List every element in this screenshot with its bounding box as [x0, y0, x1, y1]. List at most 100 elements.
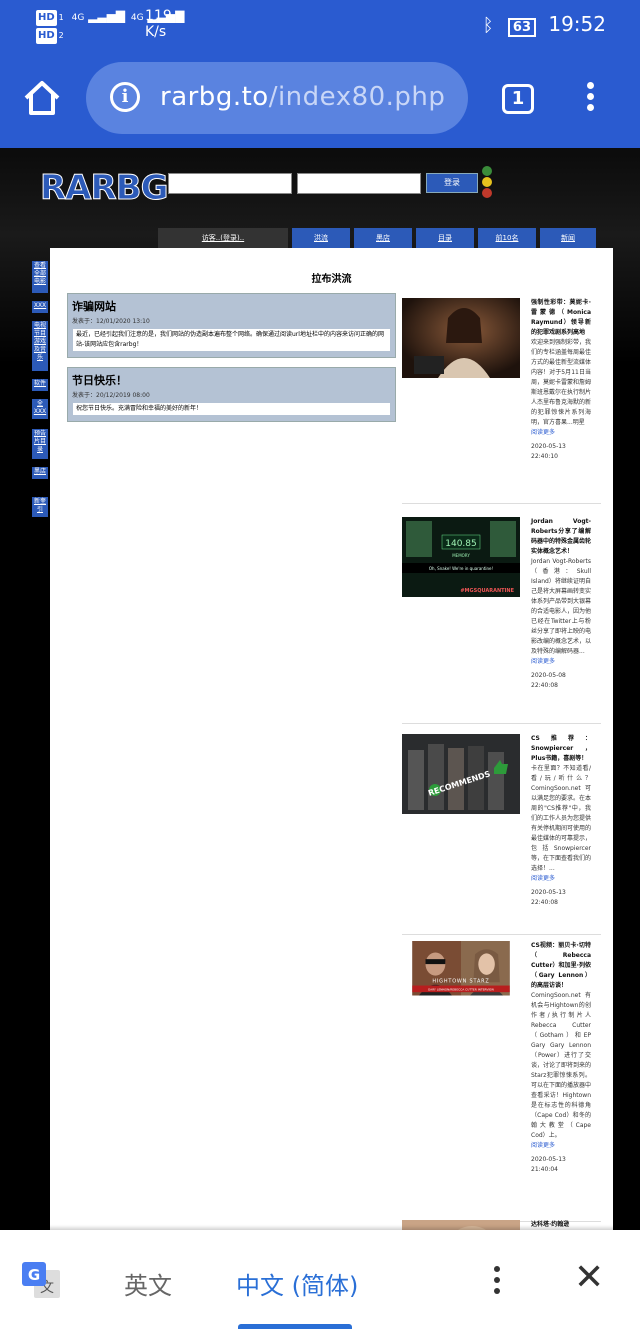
article-title[interactable]: Jordan Vogt-Roberts分享了编解码器中的特殊金属齿轮实体概念艺术…: [531, 517, 591, 557]
more-menu-icon[interactable]: [582, 82, 598, 116]
password-input[interactable]: [297, 173, 421, 194]
article-item: 140.85 MEMORY Oh, Snake! We're in quaran…: [402, 517, 601, 724]
close-icon[interactable]: ✕: [574, 1260, 604, 1296]
news-box: 节日快乐！ 发表于：20/12/2019 08:00 祝您节日快乐。充满冒险和幸…: [67, 367, 396, 422]
article-thumbnail[interactable]: 140.85 MEMORY Oh, Snake! We're in quaran…: [402, 517, 520, 597]
address-bar[interactable]: i rarbg.to/index80.php: [86, 62, 468, 134]
read-more-link[interactable]: 阅读更多: [531, 1141, 591, 1151]
net-speed: 119 K/s: [145, 8, 172, 40]
article-thumbnail[interactable]: HIGHTOWN STARZ GARY LENNON/REBECCA CUTTE…: [402, 941, 520, 1007]
page-title: 拉布洪流: [311, 274, 352, 285]
status-right: ᛒ 63 19:52: [483, 12, 606, 37]
article-text: 强制性彩带：莫妮卡·雷蒙德（Monica Raymund）领导新的犯罪戏剧系列高…: [531, 298, 591, 462]
language-flags[interactable]: [482, 166, 494, 199]
codec-caption: Oh, Snake! We're in quarantine!: [429, 566, 493, 571]
url-path: /index80.php: [268, 82, 446, 112]
news-body: 最近，已经引起我们注意的是，我们网站的伪造副本遍布整个网络。确保通过阅读url地…: [73, 329, 390, 351]
nav-torrents[interactable]: 洪流: [292, 228, 350, 248]
article-body: 卡在里面？不知道看/看/玩/听什么？ComingSoon.net可以满足您的要求…: [531, 765, 592, 872]
target-language-tab[interactable]: 中文 (简体): [236, 1266, 358, 1301]
side-item-movies[interactable]: 查看全部电影: [32, 261, 48, 293]
hd-badge-sub: 2: [58, 31, 64, 40]
read-more-link[interactable]: 阅读更多: [531, 874, 591, 884]
main-panel: 拉布洪流 诈骗网站 发表于：12/01/2020 13:10 最近，已经引起我们…: [50, 248, 613, 1230]
hightown-names: GARY LENNON/REBECCA CUTTER INTERVIEW: [428, 988, 494, 992]
nav-news[interactable]: 新闻: [540, 228, 596, 248]
active-tab-indicator: [238, 1324, 352, 1329]
read-more-link[interactable]: 阅读更多: [531, 428, 591, 438]
site-logo[interactable]: RARBG: [40, 168, 169, 209]
nav-blackshop[interactable]: 黑店: [354, 228, 412, 248]
hd-badge: HD: [36, 10, 57, 26]
article-text: 达科塔·约翰逊: [531, 1220, 591, 1230]
browser-toolbar: i rarbg.to/index80.php 1: [0, 50, 640, 148]
article-text: CS视频：丽贝卡·切特（Rebecca Cutter）和加里·列侬（Gary L…: [531, 941, 591, 1175]
side-item-trailers[interactable]: 预告片目录: [32, 429, 48, 459]
article-thumbnail[interactable]: [402, 1220, 520, 1230]
article-thumbnail[interactable]: [402, 298, 520, 378]
news-date: 发表于：12/01/2020 13:10: [72, 318, 150, 325]
svg-text:G: G: [28, 1266, 40, 1284]
side-item-all-xxx[interactable]: 全XXX: [32, 399, 48, 419]
nav-guest-login[interactable]: 访客..(登录)..: [158, 228, 288, 248]
url-domain: rarbg.to: [160, 82, 269, 112]
home-icon[interactable]: [22, 78, 62, 118]
codec-label: MEMORY: [452, 553, 470, 558]
url-text[interactable]: rarbg.to/index80.php: [160, 82, 445, 112]
nav-catalog[interactable]: 目录: [416, 228, 474, 248]
article-body: Jordan Vogt-Roberts（香港：Skull Island）将继续证…: [531, 558, 592, 655]
hd-badge-sub: 1: [58, 13, 64, 22]
article-time: 2020-05-13 22:40:08: [531, 889, 566, 906]
news-title: 诈骗网站: [72, 300, 116, 313]
login-button[interactable]: 登录: [426, 173, 478, 193]
article-item: HIGHTOWN STARZ GARY LENNON/REBECCA CUTTE…: [402, 941, 601, 1222]
bluetooth-icon: ᛒ: [482, 15, 494, 36]
network-type: 4G: [130, 13, 144, 23]
article-item: RECOMMENDS CS推荐：Snowpiercer，Plus书籍，喜剧等！ …: [402, 734, 601, 935]
flag-icon[interactable]: [482, 166, 492, 176]
nav-top10[interactable]: 前10名: [478, 228, 536, 248]
flag-icon[interactable]: [482, 188, 492, 198]
translate-menu-icon[interactable]: [494, 1266, 502, 1299]
codec-tag: #MGSQUARANTINE: [460, 588, 514, 594]
side-item-xxx[interactable]: XXX: [32, 301, 48, 313]
article-text: CS推荐：Snowpiercer，Plus书籍，喜剧等！ 卡在里面？不知道看/看…: [531, 734, 591, 908]
google-translate-icon[interactable]: 文 G: [22, 1262, 62, 1300]
net-speed-value: 119: [145, 8, 172, 24]
article-time: 2020-05-08 22:40:08: [531, 672, 566, 689]
net-speed-unit: K/s: [145, 24, 167, 40]
news-date: 发表于：20/12/2019 08:00: [72, 392, 150, 399]
article-title[interactable]: CS视频：丽贝卡·切特（Rebecca Cutter）和加里·列侬（Gary L…: [531, 941, 591, 991]
read-more-link[interactable]: 阅读更多: [531, 657, 591, 667]
article-title[interactable]: 强制性彩带：莫妮卡·雷蒙德（Monica Raymund）领导新的犯罪戏剧系列高…: [531, 298, 591, 338]
tab-switcher-button[interactable]: 1: [502, 84, 534, 114]
news-box: 诈骗网站 发表于：12/01/2020 13:10 最近，已经引起我们注意的是，…: [67, 293, 396, 358]
article-thumbnail[interactable]: RECOMMENDS: [402, 734, 520, 814]
source-language-tab[interactable]: 英文: [124, 1266, 172, 1301]
side-item-software[interactable]: 软件: [32, 379, 48, 391]
hd-badge: HD: [36, 28, 57, 44]
article-title[interactable]: 达科塔·约翰逊: [531, 1220, 591, 1230]
status-bar: HD 1 4G ▂▃▅▇ 4G ▂▃▅▇ HD 2 119 K/s ᛒ 63 19:…: [0, 0, 640, 50]
info-icon[interactable]: i: [110, 82, 140, 112]
article-title[interactable]: CS推荐：Snowpiercer，Plus书籍，喜剧等！: [531, 734, 591, 764]
article-body: ComingSoon.net有机会与Hightown的创作者/执行制片人Rebe…: [531, 992, 592, 1139]
translate-bar: 文 G 英文 中文 (简体) ✕: [0, 1230, 640, 1329]
flag-icon[interactable]: [482, 177, 492, 187]
clock: 19:52: [548, 12, 606, 36]
article-time: 2020-05-13 21:40:04: [531, 1156, 566, 1173]
news-title: 节日快乐！: [72, 374, 127, 387]
side-item-tv-games-music[interactable]: 电视节目游戏及音乐: [32, 321, 48, 371]
codec-value: 140.85: [445, 539, 477, 549]
article-item: 强制性彩带：莫妮卡·雷蒙德（Monica Raymund）领导新的犯罪戏剧系列高…: [402, 298, 601, 504]
hightown-logo: HIGHTOWN STARZ: [432, 978, 489, 984]
side-item-new[interactable]: 新奎引: [32, 497, 48, 517]
battery-icon: 63: [507, 18, 536, 37]
article-item: 达科塔·约翰逊: [402, 1220, 601, 1230]
article-body: 欢迎来到强制彩带，我们的专栏涵盖每周最佳方式的最佳新型流媒体内容！对于5月11日…: [531, 339, 592, 426]
side-item-blackshop[interactable]: 黑店: [32, 467, 48, 479]
username-input[interactable]: [168, 173, 292, 194]
news-body: 祝您节日快乐。充满冒险和幸福的美好的新年！: [73, 403, 390, 415]
article-text: Jordan Vogt-Roberts分享了编解码器中的特殊金属齿轮实体概念艺术…: [531, 517, 591, 691]
network-type: 4G: [71, 13, 85, 23]
